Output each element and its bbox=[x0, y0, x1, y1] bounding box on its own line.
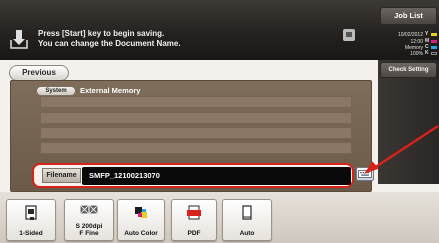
external-memory-label: External Memory bbox=[80, 86, 141, 95]
pdf-file-icon bbox=[187, 205, 201, 220]
toner-black-bar bbox=[431, 52, 437, 55]
single-sided-icon bbox=[25, 205, 37, 220]
list-row bbox=[40, 142, 352, 154]
color-mode-button[interactable]: Auto Color bbox=[117, 199, 165, 241]
check-setting-button[interactable]: Check Setting bbox=[380, 62, 437, 78]
list-row bbox=[40, 96, 352, 108]
system-tab[interactable]: System bbox=[36, 86, 76, 96]
job-list-button[interactable]: Job List bbox=[380, 7, 437, 25]
pointer-arrow-icon bbox=[364, 124, 439, 174]
resolution-label-line1: S 200dpi bbox=[75, 223, 103, 230]
list-row bbox=[40, 112, 352, 124]
toner-black-label: K bbox=[425, 50, 429, 56]
file-type-label: PDF bbox=[187, 230, 201, 237]
toner-yellow: Y bbox=[425, 32, 437, 37]
resolution-icon bbox=[80, 205, 98, 214]
scan-size-icon bbox=[242, 205, 252, 220]
resolution-label: S 200dpi F Fine bbox=[65, 223, 113, 237]
device-status: 10/02/2012 12:00 Memory 100% Y M C K bbox=[378, 30, 438, 60]
toner-cyan-bar bbox=[431, 46, 437, 49]
auto-color-icon bbox=[135, 207, 147, 218]
save-to-memory-icon bbox=[10, 30, 28, 49]
scan-size-button[interactable]: Auto bbox=[222, 199, 272, 241]
status-date: 10/02/2012 bbox=[397, 32, 423, 38]
simplex-duplex-label: 1-Sided bbox=[19, 230, 43, 237]
color-mode-label: Auto Color bbox=[124, 230, 158, 237]
toner-yellow-bar bbox=[431, 33, 437, 36]
message-area: Press [Start] key to begin saving. You c… bbox=[6, 20, 376, 60]
toner-black: K bbox=[425, 51, 437, 56]
toner-yellow-label: Y bbox=[425, 31, 429, 37]
file-type-button[interactable]: PDF bbox=[171, 199, 217, 241]
resolution-button[interactable]: S 200dpi F Fine bbox=[64, 199, 114, 241]
filename-input[interactable]: SMFP_12100213070 bbox=[82, 167, 351, 185]
status-message-line2: You can change the Document Name. bbox=[38, 39, 181, 48]
toner-magenta-bar bbox=[431, 40, 437, 43]
scan-size-label: Auto bbox=[239, 230, 255, 237]
previous-button[interactable]: Previous bbox=[9, 65, 69, 81]
status-message-line1: Press [Start] key to begin saving. bbox=[38, 29, 165, 38]
status-memory-value: 100% bbox=[410, 51, 423, 57]
resolution-label-line2: F Fine bbox=[79, 230, 99, 237]
simplex-duplex-button[interactable]: 1-Sided bbox=[6, 199, 56, 241]
list-row bbox=[40, 127, 352, 139]
lock-icon bbox=[343, 29, 355, 41]
filename-label: Filename bbox=[42, 168, 81, 183]
